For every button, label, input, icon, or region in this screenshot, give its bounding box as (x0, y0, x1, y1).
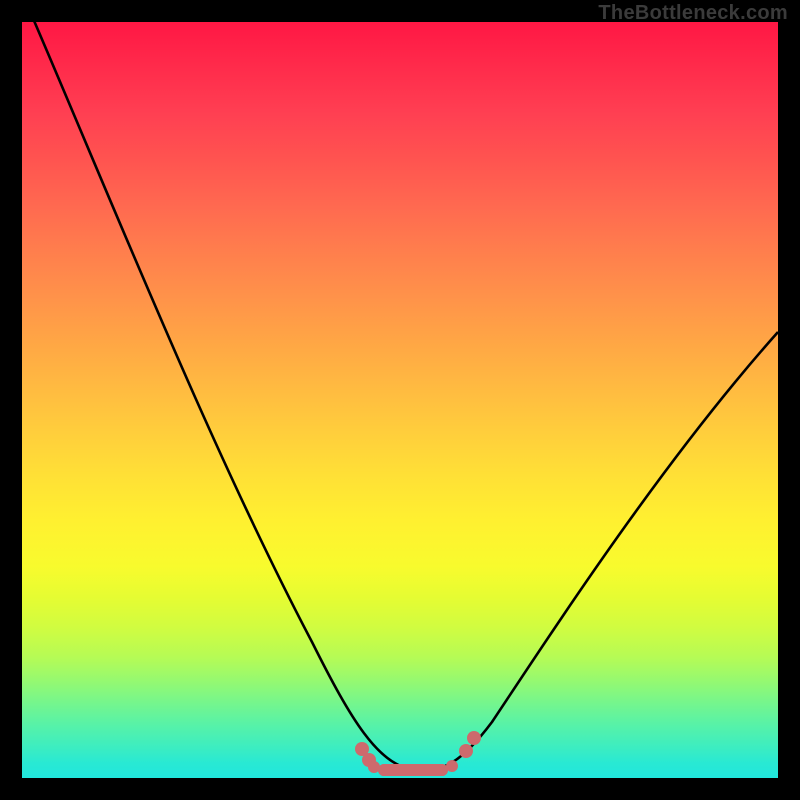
highlight-dot (459, 744, 473, 758)
highlight-dot (378, 764, 390, 776)
bottleneck-curve (22, 22, 778, 778)
highlight-dot (446, 760, 458, 772)
highlight-dot (467, 731, 481, 745)
chart-frame: TheBottleneck.com (0, 0, 800, 800)
curve-path (32, 16, 778, 771)
